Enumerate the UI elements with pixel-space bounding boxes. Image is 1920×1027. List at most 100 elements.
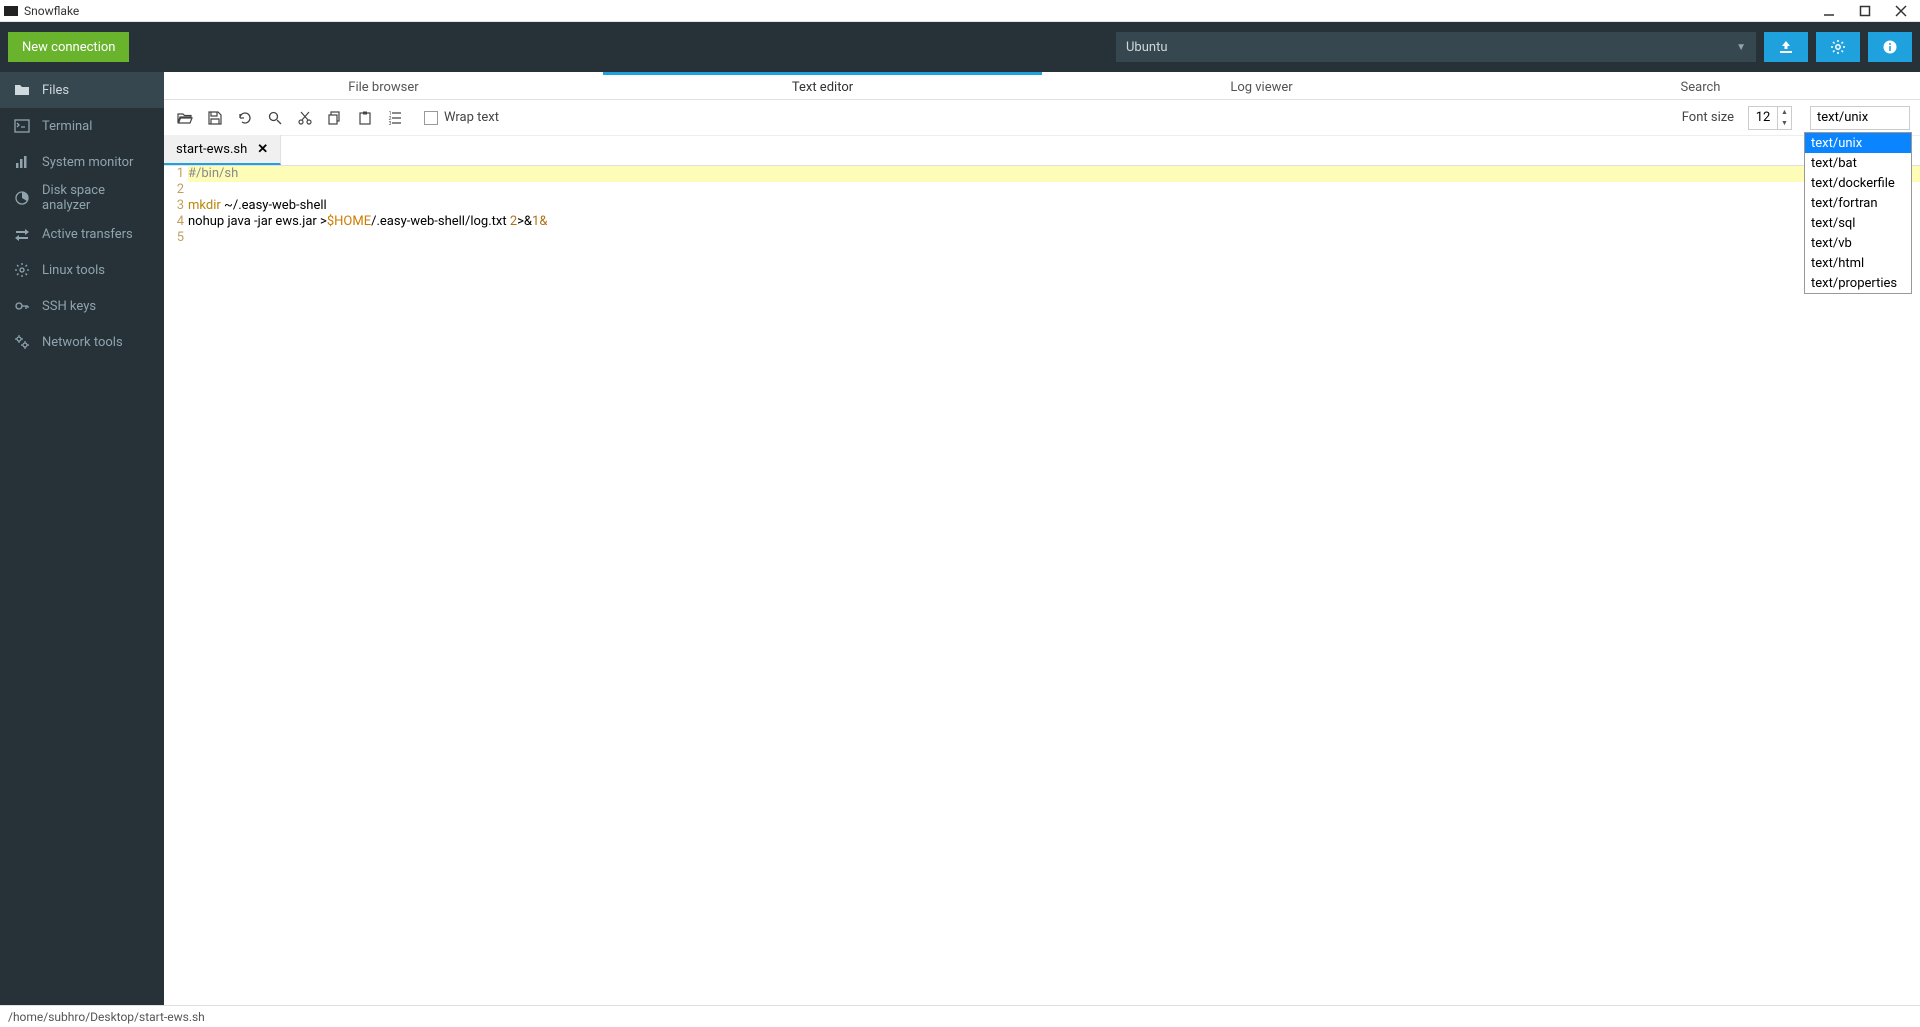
close-button[interactable] [1894, 4, 1908, 18]
minimize-icon [1823, 5, 1835, 17]
chevron-down-icon: ▼ [1736, 42, 1746, 53]
tab-file-browser[interactable]: File browser [164, 72, 603, 99]
syntax-option[interactable]: text/fortran [1805, 193, 1911, 213]
syntax-option[interactable]: text/sql [1805, 213, 1911, 233]
bar-chart-icon [14, 154, 30, 170]
checkbox-icon [424, 111, 438, 125]
upload-button[interactable] [1764, 32, 1808, 62]
file-tab-name: start-ews.sh [176, 142, 247, 157]
syntax-option[interactable]: text/properties [1805, 273, 1911, 293]
spinner-down-icon[interactable]: ▼ [1777, 118, 1791, 129]
editor-toolbar: 123 Wrap text Font size 12 ▲ ▼ text/unix [164, 100, 1920, 136]
paste-button[interactable] [354, 107, 376, 129]
maximize-button[interactable] [1858, 4, 1872, 18]
transfer-icon [14, 226, 30, 242]
line-gutter: 12345 [164, 166, 188, 1005]
sidebar-item-terminal[interactable]: Terminal [0, 108, 164, 144]
line-number: 5 [164, 230, 184, 246]
minimize-button[interactable] [1822, 4, 1836, 18]
cut-button[interactable] [294, 107, 316, 129]
syntax-option[interactable]: text/bat [1805, 153, 1911, 173]
titlebar: Snowflake [0, 0, 1920, 22]
code-line[interactable]: mkdir ~/.easy-web-shell [188, 198, 1920, 214]
tab-text-editor[interactable]: Text editor [603, 72, 1042, 99]
settings-button[interactable] [1816, 32, 1860, 62]
syntax-select-value: text/unix [1817, 110, 1868, 125]
content-tabs: File browser Text editor Log viewer Sear… [164, 72, 1920, 100]
find-button[interactable] [264, 107, 286, 129]
line-number: 4 [164, 214, 184, 230]
content: File browser Text editor Log viewer Sear… [164, 72, 1920, 1005]
connection-select-value: Ubuntu [1126, 40, 1168, 55]
sidebar-item-label: Network tools [42, 335, 123, 350]
sidebar: Files Terminal System monitor Disk space… [0, 72, 164, 1005]
file-tab[interactable]: start-ews.sh ✕ [164, 135, 281, 165]
syntax-option[interactable]: text/html [1805, 253, 1911, 273]
tab-log-viewer[interactable]: Log viewer [1042, 72, 1481, 99]
line-number: 3 [164, 198, 184, 214]
sidebar-item-active-transfers[interactable]: Active transfers [0, 216, 164, 252]
syntax-select[interactable]: text/unix [1810, 106, 1910, 130]
font-size-label: Font size [1682, 110, 1734, 125]
sidebar-item-linux-tools[interactable]: Linux tools [0, 252, 164, 288]
syntax-dropdown[interactable]: text/unixtext/battext/dockerfiletext/for… [1804, 132, 1912, 294]
header: New connection Ubuntu ▼ [0, 22, 1920, 72]
app-icon [4, 6, 18, 16]
connection-select[interactable]: Ubuntu ▼ [1116, 32, 1756, 62]
line-number: 1 [164, 166, 184, 182]
info-icon [1882, 39, 1898, 55]
new-connection-button[interactable]: New connection [8, 32, 129, 62]
gear-icon [14, 262, 30, 278]
font-size-spinner[interactable]: 12 ▲ ▼ [1748, 106, 1792, 130]
tab-search[interactable]: Search [1481, 72, 1920, 99]
sidebar-item-label: Linux tools [42, 263, 105, 278]
wrap-text-checkbox[interactable]: Wrap text [424, 110, 499, 125]
copy-button[interactable] [324, 107, 346, 129]
code-line[interactable]: #/bin/sh [188, 166, 1920, 182]
sidebar-item-disk-space[interactable]: Disk space analyzer [0, 180, 164, 216]
folder-icon [14, 82, 30, 98]
upload-icon [1778, 39, 1794, 55]
status-path: /home/subhro/Desktop/start-ews.sh [8, 1010, 205, 1024]
save-button[interactable] [204, 107, 226, 129]
spinner-up-icon[interactable]: ▲ [1777, 107, 1791, 118]
sidebar-item-label: SSH keys [42, 299, 96, 314]
font-size-value: 12 [1749, 110, 1777, 125]
pie-chart-icon [14, 190, 30, 206]
code-line[interactable]: nohup java -jar ews.jar >$HOME/.easy-web… [188, 214, 1920, 230]
file-tab-close-icon[interactable]: ✕ [257, 142, 268, 157]
gear-icon [1830, 39, 1846, 55]
syntax-option[interactable]: text/unix [1805, 133, 1911, 153]
copy-icon [327, 110, 343, 126]
sidebar-item-ssh-keys[interactable]: SSH keys [0, 288, 164, 324]
code-line[interactable] [188, 230, 1920, 246]
sidebar-item-label: Active transfers [42, 227, 133, 242]
app-title: Snowflake [24, 4, 1822, 18]
info-button[interactable] [1868, 32, 1912, 62]
status-bar: /home/subhro/Desktop/start-ews.sh [0, 1005, 1920, 1027]
search-icon [267, 110, 283, 126]
sidebar-item-network-tools[interactable]: Network tools [0, 324, 164, 360]
reload-button[interactable] [234, 107, 256, 129]
main: Files Terminal System monitor Disk space… [0, 72, 1920, 1005]
code-area[interactable]: #/bin/sh mkdir ~/.easy-web-shellnohup jav… [188, 166, 1920, 1005]
sidebar-item-label: System monitor [42, 155, 133, 170]
sidebar-item-system-monitor[interactable]: System monitor [0, 144, 164, 180]
file-tabs: start-ews.sh ✕ [164, 136, 1920, 166]
sidebar-item-label: Disk space analyzer [42, 183, 150, 213]
sidebar-item-label: Files [42, 83, 69, 98]
syntax-option[interactable]: text/dockerfile [1805, 173, 1911, 193]
close-icon [1895, 5, 1907, 17]
list-icon: 123 [387, 110, 403, 126]
svg-text:3: 3 [389, 121, 392, 126]
goto-line-button[interactable]: 123 [384, 107, 406, 129]
folder-open-icon [177, 110, 193, 126]
open-button[interactable] [174, 107, 196, 129]
sidebar-item-files[interactable]: Files [0, 72, 164, 108]
wrap-text-label: Wrap text [444, 110, 499, 125]
syntax-option[interactable]: text/vb [1805, 233, 1911, 253]
code-line[interactable] [188, 182, 1920, 198]
editor[interactable]: 12345 #/bin/sh mkdir ~/.easy-web-shellnoh… [164, 166, 1920, 1005]
reload-icon [237, 110, 253, 126]
window-buttons [1822, 4, 1916, 18]
